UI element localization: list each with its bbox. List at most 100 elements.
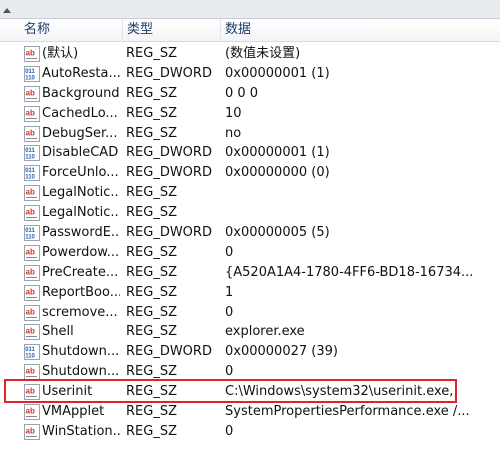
value-type: REG_SZ — [126, 244, 177, 260]
value-data: (数值未设置) — [225, 46, 301, 61]
value-data: 0x00000001 (1) — [225, 65, 330, 81]
value-type: REG_SZ — [126, 105, 177, 121]
value-data: 1 — [225, 284, 234, 300]
table-row[interactable]: 011 110 DisableCAD REG_DWORD 0x00000001 (1) — [0, 143, 500, 163]
value-name: ForceUnlo... — [42, 165, 119, 181]
value-name: PreCreate... — [42, 264, 119, 280]
table-row[interactable]: 011 110 Shutdown... REG_DWORD 0x00000027 (39… — [0, 342, 500, 362]
value-type: REG_DWORD — [126, 145, 212, 161]
table-row[interactable]: 011 110 PasswordE... REG_DWORD 0x00000005 (5… — [0, 223, 500, 243]
svg-text:011: 011 — [25, 228, 35, 234]
value-data: 0x00000005 (5) — [225, 225, 330, 241]
table-row[interactable]: ab Powerdow... REG_SZ 0 — [0, 243, 500, 263]
table-row[interactable]: ab ReportBoo... REG_SZ 1 — [0, 283, 500, 303]
value-type: REG_DWORD — [126, 225, 212, 241]
value-name: scremove... — [42, 304, 118, 320]
value-name: (默认) — [42, 46, 79, 61]
table-row[interactable]: ab WinStation... REG_SZ 0 — [0, 422, 500, 442]
dword-value-icon: 011 110 — [24, 344, 40, 361]
svg-text:ab: ab — [26, 88, 35, 97]
column-header: 名称 类型 数据 — [0, 19, 500, 42]
value-data: 0 0 0 — [225, 85, 259, 101]
value-data — [225, 183, 497, 203]
svg-text:ab: ab — [26, 327, 35, 336]
string-value-icon: ab — [24, 284, 40, 301]
value-type: REG_DWORD — [126, 344, 212, 360]
svg-text:ab: ab — [26, 247, 35, 256]
svg-text:011: 011 — [25, 347, 35, 353]
value-name: CachedLo... — [42, 105, 118, 121]
value-name: VMApplet — [42, 404, 105, 420]
value-data — [225, 203, 497, 223]
scroll-up-arrow-icon[interactable] — [0, 2, 14, 16]
value-data: 0x00000001 (1) — [225, 145, 330, 161]
table-row[interactable]: ab Shell REG_SZ explorer.exe — [0, 322, 500, 342]
table-row[interactable]: 011 110 ForceUnlo... REG_DWORD 0x00000000 (0… — [0, 163, 500, 183]
svg-text:ab: ab — [26, 407, 35, 416]
value-name: Powerdow... — [42, 244, 120, 260]
value-name: Shell — [42, 324, 74, 340]
value-name: LegalNotic... — [42, 185, 120, 201]
value-type: REG_SZ — [126, 324, 177, 340]
svg-text:ab: ab — [26, 287, 35, 296]
dword-value-icon: 011 110 — [24, 165, 40, 182]
string-value-icon: ab — [24, 423, 40, 440]
svg-text:ab: ab — [26, 307, 35, 316]
top-toolbar-strip — [0, 0, 500, 19]
value-type: REG_SZ — [126, 205, 177, 221]
string-value-icon: ab — [24, 185, 40, 202]
table-row[interactable]: ab VMApplet REG_SZ SystemPropertiesPerforma… — [0, 402, 500, 422]
value-type: REG_SZ — [126, 304, 177, 320]
value-name: DebugSer... — [42, 125, 118, 141]
value-name: ReportBoo... — [42, 284, 120, 300]
table-row[interactable]: 011 110 AutoResta... REG_DWORD 0x00000001 (1… — [0, 64, 500, 84]
value-type: REG_SZ — [126, 264, 177, 280]
table-row[interactable]: ab (默认) REG_SZ (数值未设置) — [0, 44, 500, 64]
table-row[interactable]: ab LegalNotic... REG_SZ — [0, 203, 500, 223]
svg-text:ab: ab — [26, 208, 35, 217]
table-row[interactable]: ab CachedLo... REG_SZ 10 — [0, 104, 500, 124]
value-data: SystemPropertiesPerformance.exe /... — [225, 404, 470, 420]
value-type: REG_SZ — [126, 185, 177, 201]
svg-text:ab: ab — [26, 367, 35, 376]
table-row[interactable]: ab PreCreate... REG_SZ {A520A1A4-1780-4FF6-… — [0, 263, 500, 283]
string-value-icon: ab — [24, 205, 40, 222]
svg-text:011: 011 — [25, 168, 35, 174]
value-data: 0 — [225, 423, 234, 439]
value-type: REG_SZ — [126, 423, 177, 439]
column-header-name[interactable]: 名称 — [24, 19, 119, 41]
value-name: Background — [42, 85, 120, 101]
svg-text:ab: ab — [26, 49, 35, 58]
table-row[interactable]: ab LegalNotic... REG_SZ — [0, 183, 500, 203]
value-type: REG_DWORD — [126, 165, 212, 181]
highlight-box — [4, 379, 457, 403]
value-name: AutoResta... — [42, 65, 120, 81]
svg-text:011: 011 — [25, 148, 35, 154]
dword-value-icon: 011 110 — [24, 145, 40, 162]
value-data: {A520A1A4-1780-4FF6-BD18-16734... — [225, 264, 474, 280]
svg-text:ab: ab — [26, 267, 35, 276]
svg-text:011: 011 — [25, 69, 35, 75]
table-row[interactable]: ab DebugSer... REG_SZ no — [0, 124, 500, 144]
value-name: LegalNotic... — [42, 205, 120, 221]
string-value-icon: ab — [24, 264, 40, 281]
column-header-type[interactable]: 类型 — [122, 19, 225, 41]
svg-text:ab: ab — [26, 426, 35, 435]
value-name: DisableCAD — [42, 145, 119, 161]
table-row[interactable]: ab Background REG_SZ 0 0 0 — [0, 84, 500, 104]
string-value-icon: ab — [24, 125, 40, 142]
column-header-data[interactable]: 数据 — [220, 19, 500, 41]
value-data: explorer.exe — [225, 324, 305, 340]
value-name: PasswordE... — [42, 225, 120, 241]
svg-text:110: 110 — [25, 175, 35, 181]
value-name: Shutdown... — [42, 344, 120, 360]
string-value-icon: ab — [24, 85, 40, 102]
value-name: WinStation... — [42, 423, 120, 439]
string-value-icon: ab — [24, 404, 40, 421]
value-data: 0x00000027 (39) — [225, 344, 338, 360]
svg-text:ab: ab — [26, 128, 35, 137]
string-value-icon: ab — [24, 46, 40, 62]
value-data: 0x00000000 (0) — [225, 165, 330, 181]
table-row[interactable]: ab scremove... REG_SZ 0 — [0, 303, 500, 323]
value-type: REG_DWORD — [126, 65, 212, 81]
